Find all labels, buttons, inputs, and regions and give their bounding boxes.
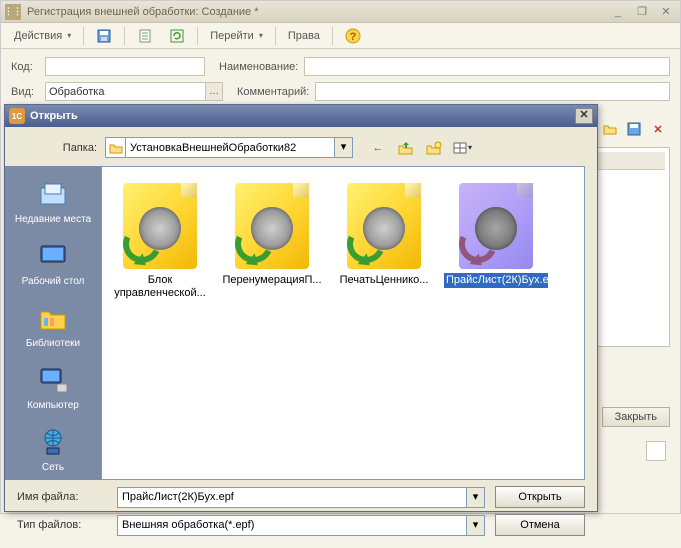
save-folder-button[interactable] <box>624 119 644 139</box>
network-icon <box>37 426 69 458</box>
refresh-icon <box>169 28 185 44</box>
recent-icon <box>37 178 69 210</box>
refresh-icon-button[interactable] <box>162 25 192 47</box>
open-button[interactable]: Открыть <box>495 486 585 508</box>
desktop-icon <box>37 240 69 272</box>
up-folder-button[interactable] <box>395 138 417 158</box>
main-toolbar: Действия▾ Перейти▾ Права ? <box>1 23 680 49</box>
cancel-button[interactable]: Отмена <box>495 514 585 536</box>
actions-menu[interactable]: Действия▾ <box>7 27 78 45</box>
code-label: Код: <box>11 61 39 73</box>
resize-grip[interactable] <box>646 441 666 461</box>
epf-file-icon <box>123 183 197 269</box>
epf-file-icon <box>347 183 421 269</box>
save-icon-button[interactable] <box>89 25 119 47</box>
doc-icon-button[interactable] <box>130 25 160 47</box>
folder-open-icon <box>602 121 618 137</box>
file-open-dialog: 1C Открыть ✕ Папка: ▾ ← <box>4 104 598 512</box>
place-desktop[interactable]: Рабочий стол <box>9 234 97 294</box>
arrow-left-icon: ← <box>373 142 384 154</box>
type-label: Вид: <box>11 86 39 98</box>
place-recent[interactable]: Недавние места <box>9 172 97 232</box>
file-item[interactable]: ПечатьЦеннико... <box>330 179 438 305</box>
folder-combo-dropdown[interactable]: ▾ <box>335 137 353 158</box>
name-input[interactable] <box>304 57 670 76</box>
epf-file-icon <box>235 183 309 269</box>
filetype-input[interactable] <box>117 515 467 536</box>
epf-file-icon <box>459 183 533 269</box>
folder-icon <box>105 137 125 158</box>
filename-dropdown[interactable]: ▾ <box>467 487 485 508</box>
filetype-label: Тип файлов: <box>17 519 107 531</box>
place-libraries[interactable]: Библиотеки <box>9 296 97 356</box>
restore-button[interactable]: ❐ <box>632 4 652 20</box>
filename-input[interactable] <box>117 487 467 508</box>
svg-text:?: ? <box>349 31 356 43</box>
filetype-dropdown[interactable]: ▾ <box>467 515 485 536</box>
places-bar: Недавние места Рабочий стол Библиотеки <box>5 166 101 480</box>
dialog-close-button[interactable]: ✕ <box>575 108 593 124</box>
file-item-selected[interactable]: ПрайсЛист(2К)Бух.epf <box>442 179 550 305</box>
dialog-title-bar: 1C Открыть ✕ <box>5 105 597 127</box>
help-icon: ? <box>345 28 361 44</box>
comment-label: Комментарий: <box>237 86 309 98</box>
dialog-title: Открыть <box>30 110 78 122</box>
app-icon: ⋮⋮ <box>5 4 21 20</box>
diskette-icon <box>96 28 112 44</box>
goto-menu[interactable]: Перейти▾ <box>203 27 270 45</box>
diskette-small-icon <box>626 121 642 137</box>
file-item[interactable]: Блок управленческой... <box>106 179 214 305</box>
filename-label: Имя файла: <box>17 491 107 503</box>
libraries-icon <box>37 302 69 334</box>
folder-label: Папка: <box>17 142 97 154</box>
type-input[interactable] <box>45 82 205 101</box>
file-item[interactable]: ПеренумерацияП... <box>218 179 326 305</box>
close-button[interactable]: Закрыть <box>602 407 670 427</box>
code-input[interactable] <box>45 57 205 76</box>
delete-x-icon: ✕ <box>653 123 662 136</box>
back-button[interactable]: ← <box>367 138 389 158</box>
folder-up-icon <box>397 140 415 156</box>
folder-new-icon <box>425 140 443 156</box>
open-folder-button[interactable] <box>600 119 620 139</box>
window-title: Регистрация внешней обработки: Создание … <box>27 6 608 18</box>
file-list-pane[interactable]: Блок управленческой... ПеренумерацияП...… <box>101 166 585 480</box>
comment-input[interactable] <box>315 82 670 101</box>
folder-combo-input[interactable] <box>125 137 335 158</box>
view-menu-button[interactable]: ▾ <box>451 138 473 158</box>
new-folder-button[interactable] <box>423 138 445 158</box>
title-bar: ⋮⋮ Регистрация внешней обработки: Создан… <box>1 1 680 23</box>
minimize-button[interactable]: _ <box>608 4 628 20</box>
place-computer[interactable]: Компьютер <box>9 358 97 418</box>
delete-button[interactable]: ✕ <box>648 119 668 139</box>
rights-menu[interactable]: Права <box>281 27 327 45</box>
place-network[interactable]: Сеть <box>9 420 97 480</box>
computer-icon <box>37 364 69 396</box>
close-window-button[interactable]: ✕ <box>656 4 676 20</box>
name-label: Наименование: <box>219 61 298 73</box>
document-icon <box>137 28 153 44</box>
type-lookup-button[interactable]: … <box>205 82 223 101</box>
main-window: ⋮⋮ Регистрация внешней обработки: Создан… <box>0 0 681 514</box>
view-grid-icon <box>452 140 467 156</box>
onec-icon: 1C <box>9 108 25 124</box>
help-button[interactable]: ? <box>338 25 368 47</box>
